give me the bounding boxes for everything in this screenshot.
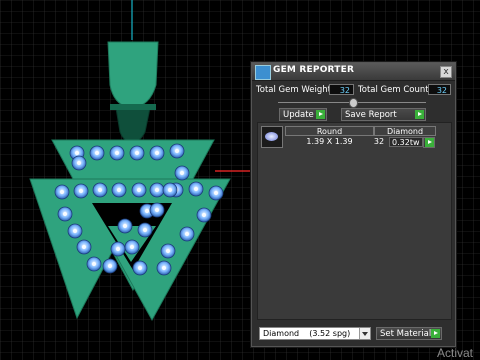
set-material-button[interactable]: Set Material: [376, 327, 442, 340]
total-count-label: Total Gem Count: [358, 85, 429, 95]
gem-highlight: [91, 261, 97, 267]
gem-list[interactable]: Round Diamond 1.39 X 1.39 32 0.32tw: [257, 122, 452, 320]
gem-carat-cell: 0.32tw: [389, 137, 423, 147]
save-report-label: Save Report: [345, 110, 397, 120]
gem-highlight: [78, 188, 84, 194]
total-count-field[interactable]: 32: [428, 84, 451, 95]
gem-highlight: [137, 265, 143, 271]
gem-highlight: [76, 160, 82, 166]
play-arrow-icon: [425, 138, 434, 147]
gem-size-cell: 1.39 X 1.39: [306, 137, 353, 146]
gem-reporter-panel: GEM REPORTER x Total Gem Weight 32 Total…: [251, 62, 456, 347]
gem-highlight: [74, 150, 80, 156]
app-logo-icon: [255, 65, 271, 80]
gem-highlight: [94, 150, 100, 156]
gem-highlight: [72, 228, 78, 234]
gem-highlight: [201, 212, 207, 218]
set-material-label: Set Material: [380, 329, 432, 339]
gem-highlight: [165, 248, 171, 254]
material-select[interactable]: Diamond (3.52 spg): [259, 327, 371, 340]
save-report-button[interactable]: Save Report: [341, 108, 426, 121]
gem-highlight: [154, 207, 160, 213]
update-label: Update: [283, 110, 314, 120]
play-arrow-icon: [415, 110, 424, 119]
gem-highlight: [193, 186, 199, 192]
close-button[interactable]: x: [440, 66, 452, 78]
gem-highlight: [116, 187, 122, 193]
material-select-value: Diamond (3.52 spg): [263, 329, 351, 338]
gem-highlight: [154, 187, 160, 193]
gem-highlight: [129, 244, 135, 250]
gem-count-cell: 32: [373, 137, 385, 146]
gem-highlight: [114, 150, 120, 156]
gem-highlight: [161, 265, 167, 271]
gem-highlight: [154, 150, 160, 156]
gem-highlight: [97, 187, 103, 193]
activation-watermark: Activat: [437, 346, 474, 360]
gem-highlight: [122, 223, 128, 229]
gem-highlight: [62, 211, 68, 217]
gem-highlight: [213, 190, 219, 196]
panel-titlebar[interactable]: GEM REPORTER x: [252, 63, 455, 81]
gem-highlight: [174, 148, 180, 154]
gem-highlight: [184, 231, 190, 237]
dropdown-arrow-icon[interactable]: [359, 328, 370, 339]
total-weight-field[interactable]: 32: [329, 84, 354, 95]
gem-highlight: [134, 150, 140, 156]
total-weight-label: Total Gem Weight: [256, 85, 331, 95]
gem-highlight: [179, 170, 185, 176]
play-arrow-icon: [316, 110, 325, 119]
gem-highlight: [59, 189, 65, 195]
gem-thumbnail-icon: [261, 126, 283, 148]
gem-highlight: [144, 208, 150, 214]
gem-highlight: [142, 227, 148, 233]
gem-highlight: [107, 263, 113, 269]
row-action-button[interactable]: [423, 137, 435, 148]
column-header-shape: Round: [285, 126, 374, 136]
gem-highlight: [115, 246, 121, 252]
gem-highlight: [81, 244, 87, 250]
panel-title: GEM REPORTER: [273, 65, 355, 75]
slider-handle[interactable]: [349, 98, 358, 108]
gem-highlight: [167, 187, 173, 193]
update-button[interactable]: Update: [279, 108, 327, 121]
column-header-material: Diamond: [374, 126, 436, 136]
gem-highlight: [136, 187, 142, 193]
play-arrow-icon: [431, 329, 440, 338]
